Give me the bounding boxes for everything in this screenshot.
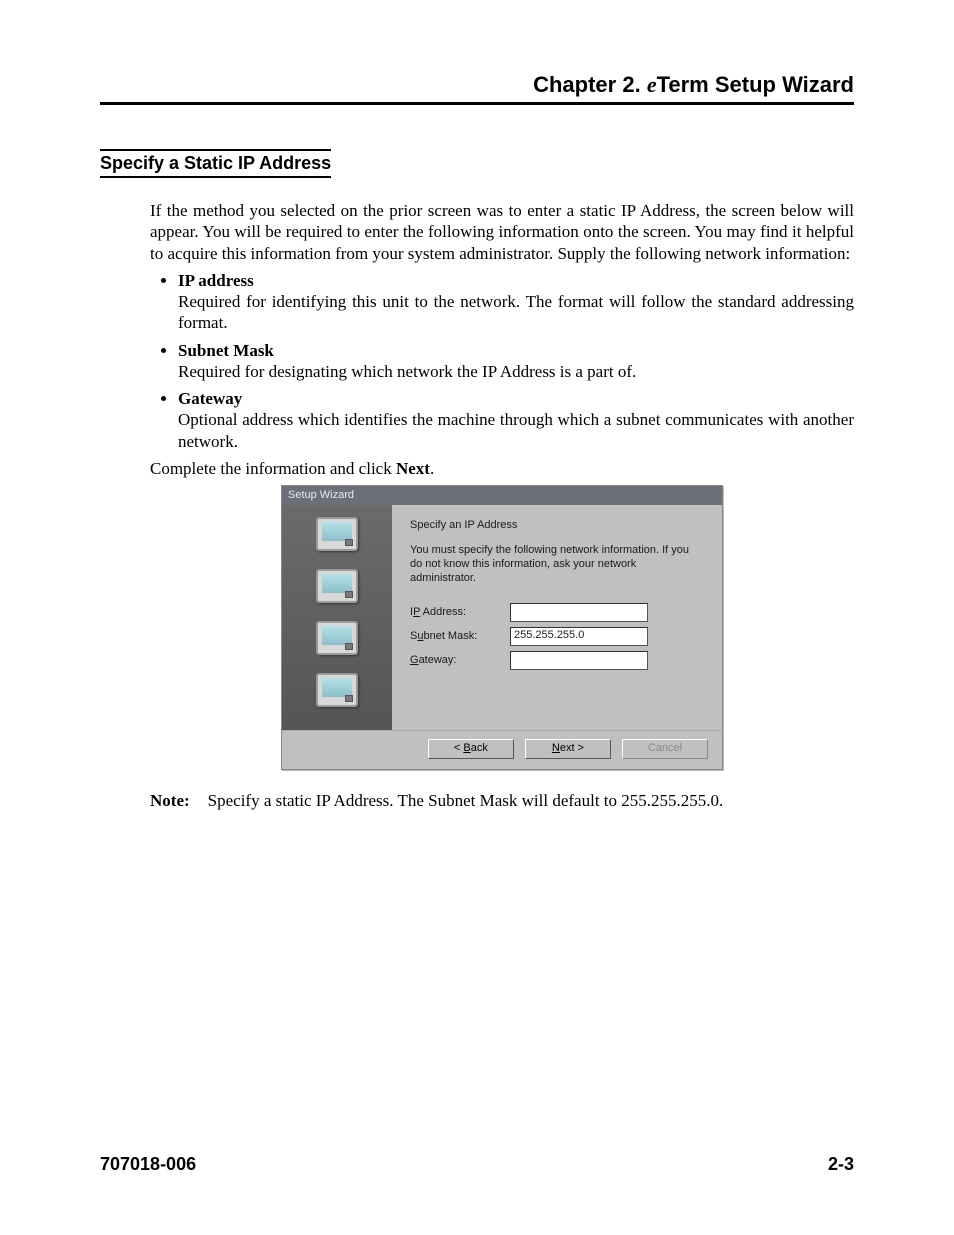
action-post: . bbox=[430, 459, 434, 478]
dialog-heading: Specify an IP Address bbox=[410, 519, 702, 533]
gateway-input[interactable] bbox=[510, 651, 648, 670]
note-line: Note: Specify a static IP Address. The Su… bbox=[150, 790, 854, 811]
doc-number: 707018-006 bbox=[100, 1154, 196, 1175]
dialog-button-row: < Back Next > Cancel bbox=[282, 730, 722, 769]
desc-gateway: Optional address which identifies the ma… bbox=[178, 410, 854, 450]
term-subnet: Subnet Mask bbox=[178, 341, 274, 360]
subnet-input[interactable]: 255.255.255.0 bbox=[510, 627, 648, 646]
monitor-icon bbox=[316, 517, 358, 551]
body-text: If the method you selected on the prior … bbox=[150, 200, 854, 811]
action-button-name: Next bbox=[396, 459, 430, 478]
note-text: Specify a static IP Address. The Subnet … bbox=[208, 791, 724, 810]
page-footer: 707018-006 2-3 bbox=[100, 1154, 854, 1175]
monitor-icon bbox=[316, 569, 358, 603]
dialog-sidebar bbox=[282, 505, 392, 730]
note-label: Note: bbox=[150, 791, 190, 810]
desc-ip: Required for identifying this unit to th… bbox=[178, 292, 854, 332]
dialog-titlebar: Setup Wizard bbox=[282, 486, 722, 505]
dialog-screenshot: Setup Wizard Specify an IP Address You m… bbox=[281, 485, 723, 770]
gateway-label: Gateway: bbox=[410, 654, 510, 668]
chapter-label: Chapter 2. bbox=[533, 72, 641, 97]
back-button[interactable]: < Back bbox=[428, 739, 514, 759]
desc-subnet: Required for designating which network t… bbox=[178, 362, 636, 381]
chapter-title: Term Setup Wizard bbox=[657, 72, 854, 97]
ip-input[interactable] bbox=[510, 603, 648, 622]
subnet-label: Subnet Mask: bbox=[410, 630, 510, 644]
monitor-icon bbox=[316, 673, 358, 707]
page-number: 2-3 bbox=[828, 1154, 854, 1175]
chapter-header: Chapter 2. eTerm Setup Wizard bbox=[100, 72, 854, 105]
intro-paragraph: If the method you selected on the prior … bbox=[150, 200, 854, 264]
section-title: Specify a Static IP Address bbox=[100, 149, 331, 178]
dialog-subtext: You must specify the following network i… bbox=[410, 543, 702, 586]
monitor-icon bbox=[316, 621, 358, 655]
info-list: IP address Required for identifying this… bbox=[150, 270, 854, 452]
list-item: Gateway Optional address which identifie… bbox=[178, 388, 854, 452]
cancel-button[interactable]: Cancel bbox=[622, 739, 708, 759]
action-pre: Complete the information and click bbox=[150, 459, 396, 478]
list-item: IP address Required for identifying this… bbox=[178, 270, 854, 334]
action-line: Complete the information and click Next. bbox=[150, 458, 854, 479]
list-item: Subnet Mask Required for designating whi… bbox=[178, 340, 854, 383]
ip-label: IP Address: bbox=[410, 606, 510, 620]
next-button[interactable]: Next > bbox=[525, 739, 611, 759]
term-ip: IP address bbox=[178, 271, 254, 290]
term-gateway: Gateway bbox=[178, 389, 242, 408]
dialog-form: IP Address: Subnet Mask: 255.255.255.0 G… bbox=[410, 604, 702, 676]
chapter-e: e bbox=[647, 72, 657, 97]
